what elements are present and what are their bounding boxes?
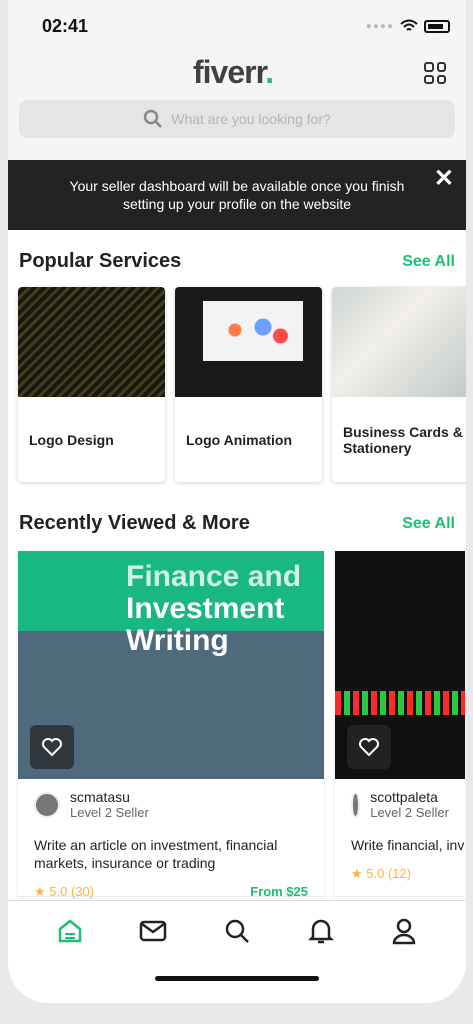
heart-icon (42, 738, 62, 757)
app-header: fiverr. What are you looking for? (8, 52, 466, 160)
service-card-business-cards[interactable]: Business Cards & Stationery (332, 287, 466, 482)
gig-card[interactable]: Finance and Investment Writing scmatasu … (18, 551, 324, 899)
favorite-button[interactable] (30, 725, 74, 769)
search-input[interactable]: What are you looking for? (19, 100, 455, 138)
service-card-logo-design[interactable]: Logo Design (18, 287, 165, 482)
seller-level: Level 2 Seller (370, 805, 449, 820)
service-card-logo-animation[interactable]: Logo Animation (175, 287, 322, 482)
bottom-tab-bar (8, 900, 466, 960)
chart-bars (335, 691, 465, 715)
tab-search[interactable] (217, 911, 257, 951)
tab-home[interactable] (50, 911, 90, 951)
gig-price: From $25 (250, 884, 308, 899)
gig-image-text: Finance and Investment Writing (126, 561, 301, 657)
service-image (332, 287, 466, 397)
gig-image-text-line: Investment (126, 592, 285, 625)
status-bar: 02:41 ●●●● (8, 0, 466, 52)
search-icon (143, 109, 163, 128)
seller-info: scmatasu Level 2 Seller (18, 779, 324, 830)
service-image (175, 287, 322, 397)
see-all-link[interactable]: See All (402, 253, 455, 271)
person-icon (392, 918, 416, 944)
popular-services-header: Popular Services See All (8, 250, 466, 273)
avatar (34, 791, 60, 818)
gig-meta: ★ 5.0 (12) (335, 860, 465, 888)
recently-viewed-header: Recently Viewed & More See All (8, 512, 466, 535)
tab-messages[interactable] (133, 911, 173, 951)
home-indicator[interactable] (155, 976, 319, 981)
banner-text: Your seller dashboard will be available … (69, 178, 405, 212)
logo-text: fiverr (193, 54, 266, 90)
gig-title: Write financial, inv content (351, 837, 465, 853)
avatar (351, 791, 361, 818)
gig-rating: ★ 5.0 (30) (34, 884, 95, 899)
status-icons: ●●●● (366, 19, 450, 33)
seller-name[interactable]: scmatasu (70, 789, 149, 805)
tab-profile[interactable] (384, 911, 424, 951)
gig-title: Write an article on investment, financia… (34, 837, 278, 871)
seller-info: scottpaleta Level 2 Seller (335, 779, 465, 830)
search-placeholder: What are you looking for? (171, 111, 331, 127)
logo-dot: . (265, 54, 274, 90)
bell-icon (307, 919, 334, 943)
envelope-icon (140, 920, 167, 941)
section-title: Recently Viewed & More (19, 512, 250, 534)
service-label: Logo Design (29, 431, 114, 448)
popular-services-list: Logo Design Logo Animation Business Card… (8, 287, 466, 482)
close-icon[interactable]: ✕ (434, 167, 454, 191)
tab-notifications[interactable] (301, 911, 341, 951)
grid-menu-icon[interactable] (424, 62, 446, 84)
see-all-link[interactable]: See All (402, 515, 455, 533)
wifi-icon (400, 19, 418, 31)
gig-image-text-line: Writing (126, 624, 229, 657)
seller-name[interactable]: scottpaleta (370, 789, 449, 805)
seller-level: Level 2 Seller (70, 805, 149, 820)
gig-rating: ★ 5.0 (12) (351, 866, 412, 881)
search-icon (225, 919, 249, 943)
status-time: 02:41 (42, 15, 89, 36)
app-screen: 02:41 ●●●● fiverr. What are you looking … (8, 0, 466, 1003)
favorite-button[interactable] (347, 725, 391, 769)
signal-icon: ●●●● (365, 20, 394, 32)
service-label: Logo Animation (186, 431, 293, 448)
service-image (18, 287, 165, 397)
gig-image: Finance and Investment Writing (18, 551, 324, 779)
gig-card[interactable]: scottpaleta Level 2 Seller Write financi… (335, 551, 465, 896)
heart-icon (359, 738, 379, 757)
recent-gigs-list: Finance and Investment Writing scmatasu … (8, 551, 466, 899)
fiverr-logo: fiverr. (193, 54, 274, 91)
section-title: Popular Services (19, 250, 182, 272)
home-icon (58, 918, 82, 942)
battery-icon (424, 19, 450, 33)
gig-image (335, 551, 465, 779)
gig-image-text-line: Finance and (126, 560, 302, 593)
service-label: Business Cards & Stationery (343, 423, 463, 456)
seller-dashboard-banner: Your seller dashboard will be available … (8, 160, 466, 230)
